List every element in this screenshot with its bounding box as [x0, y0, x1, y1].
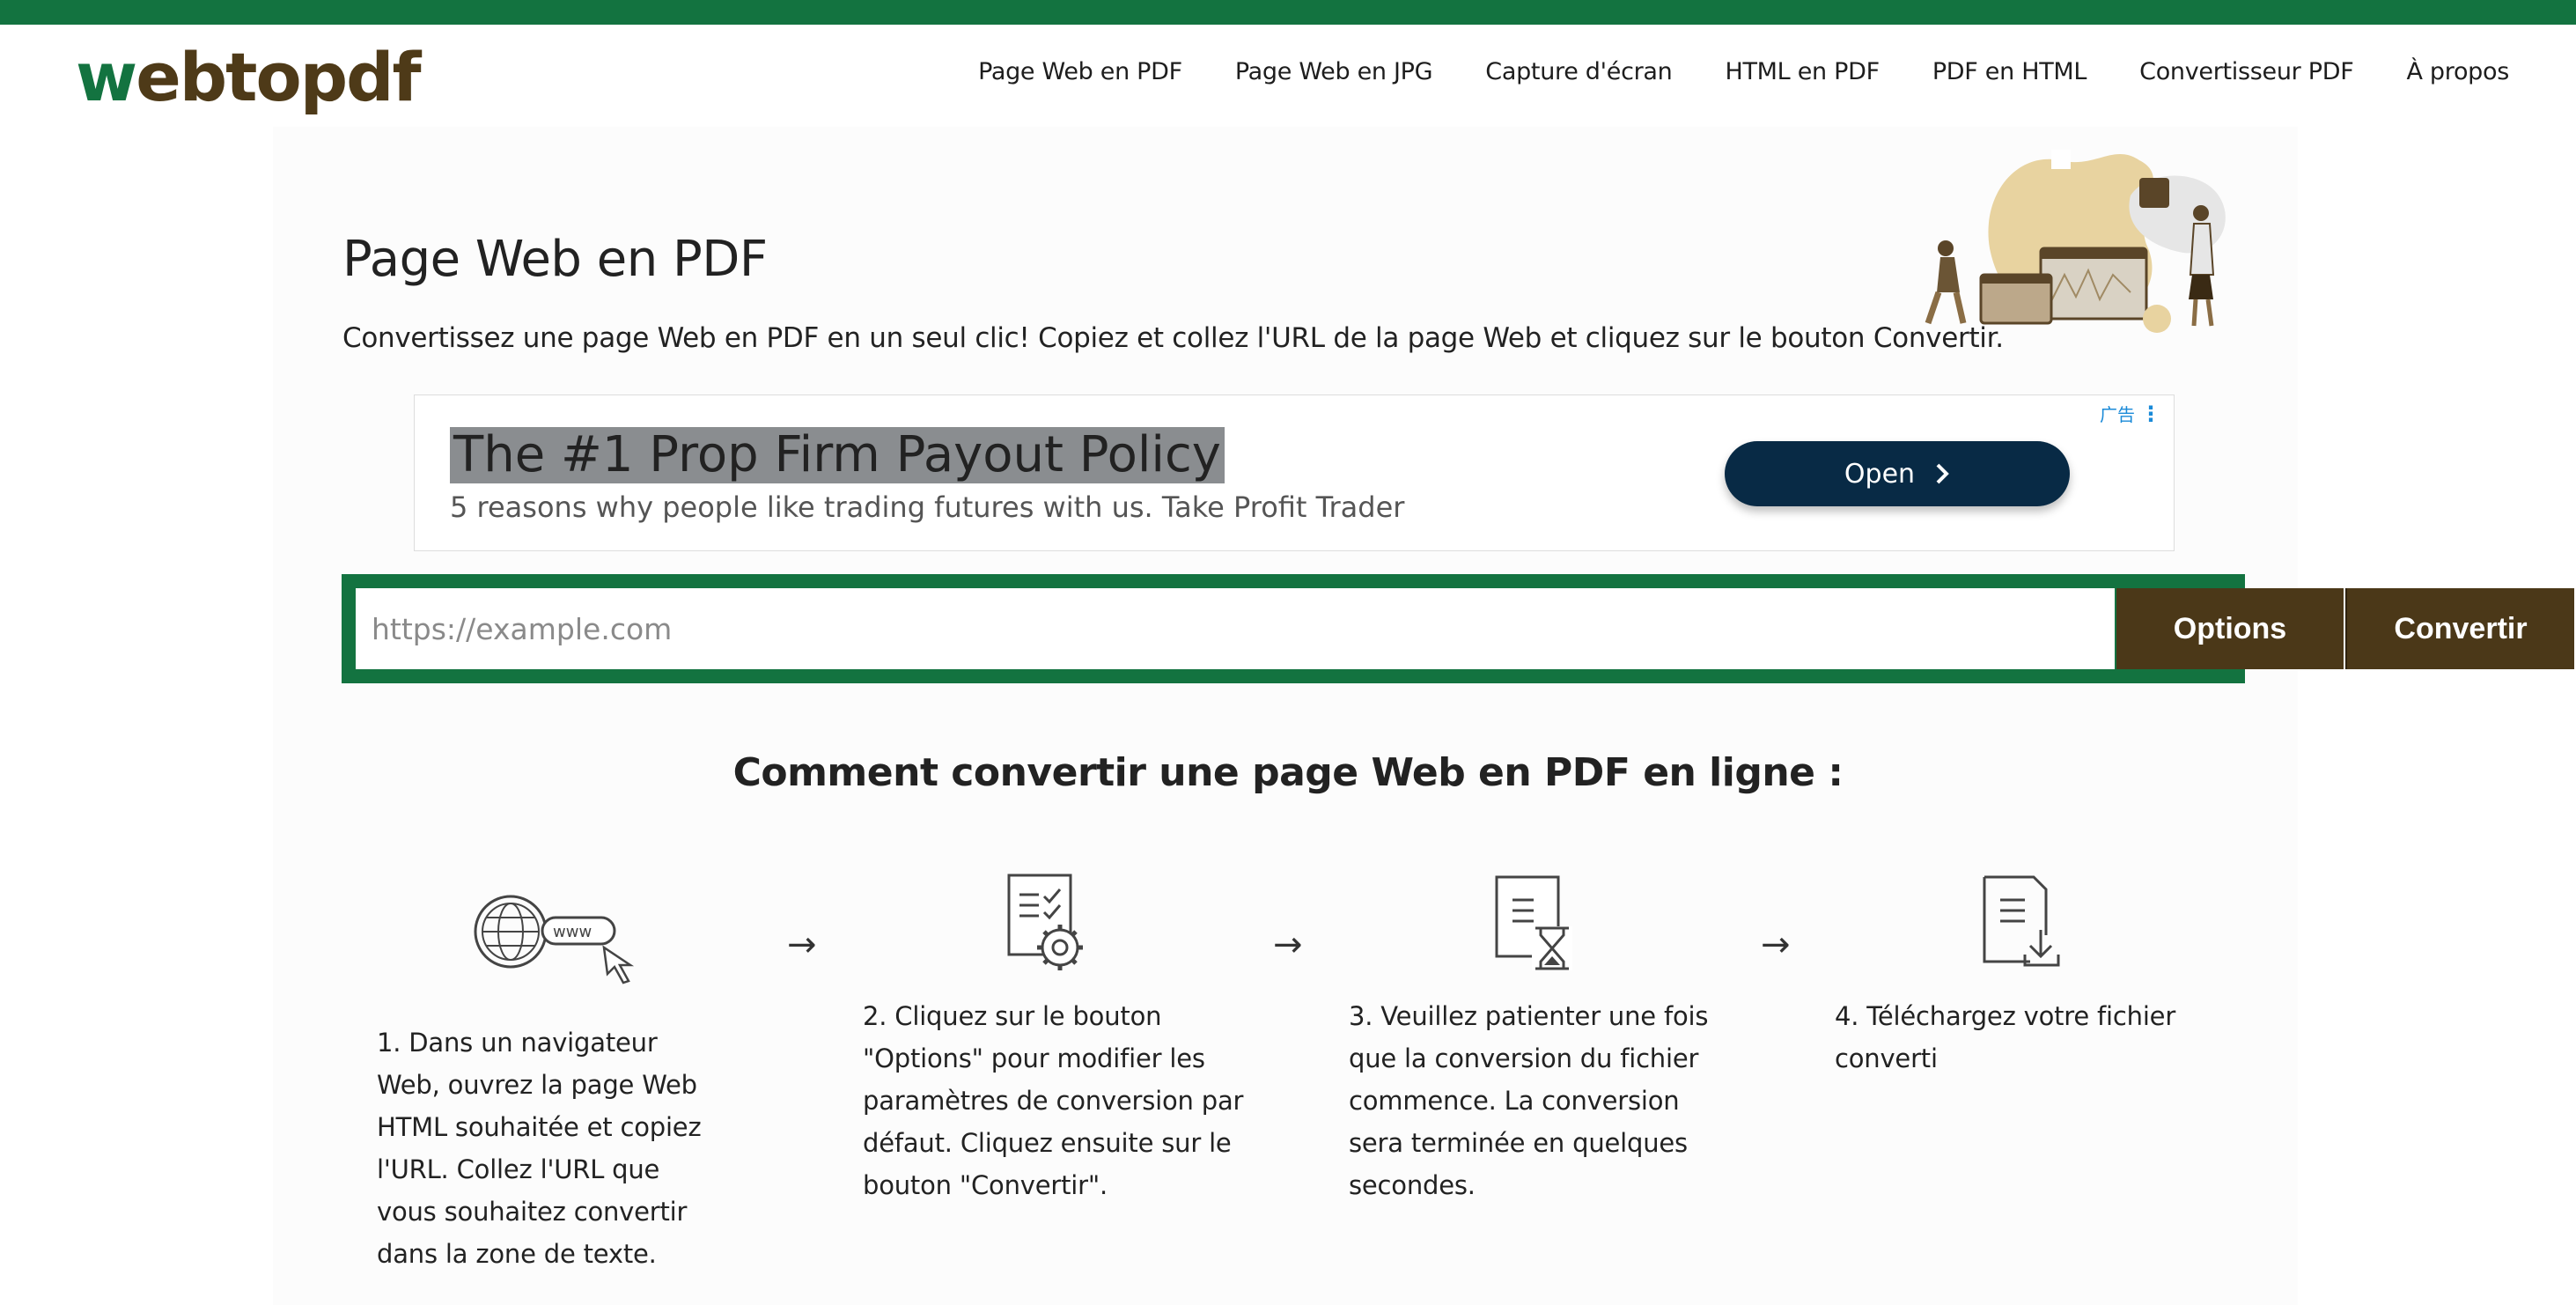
step-1-text: 1. Dans un navigateur Web, ouvrez la pag…: [377, 1028, 702, 1269]
url-input[interactable]: [356, 588, 2115, 669]
hero-puzzle-piece: [2139, 178, 2169, 208]
ad-description: 5 reasons why people like trading future…: [450, 490, 1405, 524]
step-arrow-3: →: [1761, 925, 1791, 965]
hero-puzzle-gap: [2051, 150, 2071, 169]
main-nav: Page Web en PDF Page Web en JPG Capture …: [925, 58, 2509, 85]
howto-title: Comment convertir une page Web en PDF en…: [732, 750, 1844, 795]
logo-part-1: w: [76, 38, 137, 116]
options-button[interactable]: Options: [2116, 588, 2344, 669]
hero-person-left-legs: [1925, 291, 1967, 325]
site-header: webtopdf Page Web en PDF Page Web en JPG…: [0, 25, 2576, 127]
ad-tag-label: 广告: [2100, 404, 2135, 425]
url-converter-bar: Options Convertir: [342, 574, 2574, 683]
step-arrow-2: →: [1273, 925, 1303, 965]
hero-person-right-body: [2189, 223, 2215, 276]
ad-open-label: Open: [1844, 458, 1916, 490]
globe-www-icon: www: [474, 895, 635, 984]
step-arrow-1: →: [787, 925, 817, 965]
ad-banner[interactable]: The #1 Prop Firm Payout Policy 5 reasons…: [414, 394, 2175, 551]
page-subtitle: Convertissez une page Web en PDF en un s…: [342, 322, 2004, 354]
document-settings-icon: [1007, 874, 1083, 970]
convert-button[interactable]: Convertir: [2345, 588, 2574, 669]
ad-tag[interactable]: 广告 ⋮: [2100, 401, 2161, 426]
hero-person-right-legs: [2191, 299, 2214, 327]
nav-screenshot[interactable]: Capture d'écran: [1485, 58, 1673, 85]
document-download-icon: [1983, 875, 2060, 967]
top-accent-bar: [0, 0, 2576, 25]
site-logo[interactable]: webtopdf: [76, 44, 422, 111]
svg-text:www: www: [553, 923, 592, 941]
hero-person-right-head: [2193, 205, 2209, 221]
nav-webpage-to-pdf[interactable]: Page Web en PDF: [978, 58, 1182, 85]
hero-screen-bar: [2041, 248, 2146, 259]
chevron-right-icon: [1936, 463, 1949, 484]
step-2-text: 2. Cliquez sur le bouton "Options" pour …: [863, 1001, 1244, 1200]
ad-open-button[interactable]: Open: [1725, 441, 2070, 506]
hero-toggle: [2143, 305, 2171, 333]
hero-person-left-head: [1938, 240, 1954, 256]
nav-pdf-to-html[interactable]: PDF en HTML: [1932, 58, 2087, 85]
nav-pdf-converter[interactable]: Convertisseur PDF: [2139, 58, 2354, 85]
ad-title[interactable]: The #1 Prop Firm Payout Policy: [450, 427, 1225, 483]
step-3-text: 3. Veuillez patienter une fois que la co…: [1349, 1001, 1709, 1200]
logo-part-2: ebtopdf: [136, 38, 421, 116]
nav-webpage-to-jpg[interactable]: Page Web en JPG: [1235, 58, 1433, 85]
hero-illustration: [1925, 150, 2226, 333]
document-hourglass-icon: [1495, 875, 1572, 970]
step-4-text: 4. Téléchargez votre fichier converti: [1835, 1001, 2176, 1073]
hero-person-left-body: [1937, 257, 1960, 292]
nav-html-to-pdf[interactable]: HTML en PDF: [1725, 58, 1880, 85]
hero-window-bar: [1981, 275, 2051, 284]
more-vertical-icon: ⋮: [2140, 401, 2161, 426]
hero-person-right-skirt: [2189, 275, 2213, 299]
page-title: Page Web en PDF: [342, 231, 768, 288]
nav-about[interactable]: À propos: [2406, 58, 2509, 85]
